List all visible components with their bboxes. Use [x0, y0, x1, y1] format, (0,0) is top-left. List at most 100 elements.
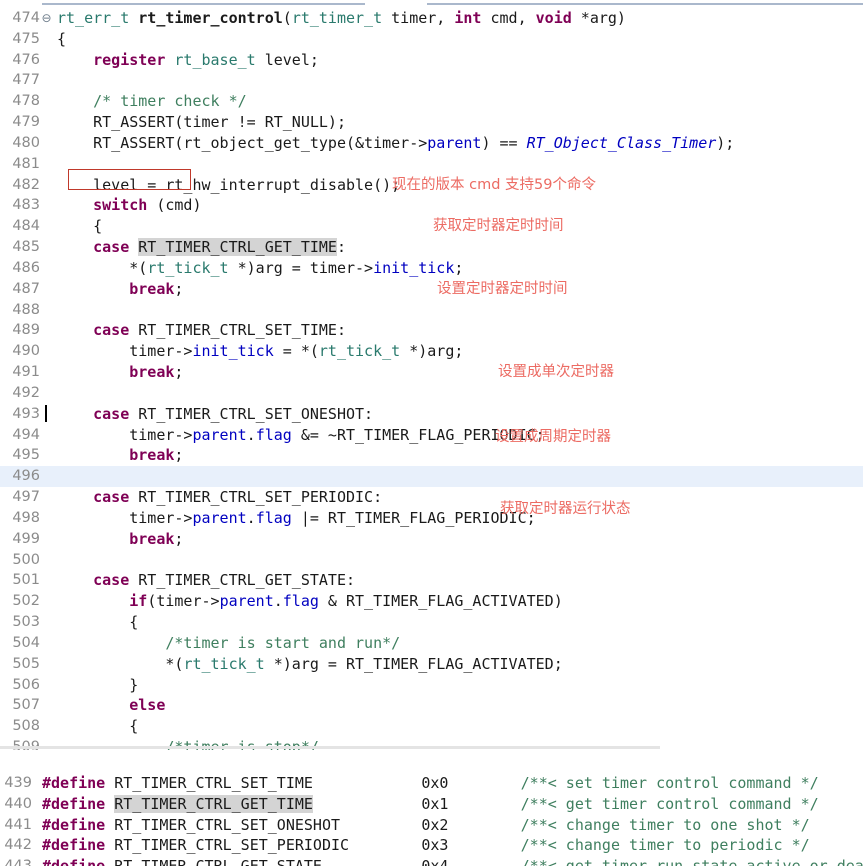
- line-number: 502: [0, 591, 40, 612]
- code-line[interactable]: 440#define RT_TIMER_CTRL_GET_TIME 0x1 /*…: [0, 794, 863, 815]
- code-line[interactable]: 504 /*timer is start and run*/: [0, 633, 863, 654]
- code-line[interactable]: 485 case RT_TIMER_CTRL_GET_TIME:: [0, 237, 863, 258]
- code-line[interactable]: 478 /* timer check */: [0, 91, 863, 112]
- code-token: (cmd): [147, 196, 201, 214]
- code-token: (timer->: [147, 592, 219, 610]
- code-text: #define RT_TIMER_CTRL_GET_STATE 0x4 /**<…: [32, 856, 863, 866]
- code-token: *(: [57, 655, 183, 673]
- code-line[interactable]: 475{: [0, 29, 863, 50]
- code-token: 0x4: [421, 857, 448, 866]
- code-line[interactable]: 474⊖rt_err_t rt_timer_control(rt_timer_t…: [0, 8, 863, 29]
- code-line[interactable]: 481: [0, 154, 863, 175]
- code-line[interactable]: 486 *(rt_tick_t *)arg = timer->init_tick…: [0, 258, 863, 279]
- line-number: 501: [0, 570, 40, 591]
- code-token: case: [93, 405, 129, 423]
- code-line[interactable]: 492: [0, 383, 863, 404]
- code-line[interactable]: 490 timer->init_tick = *(rt_tick_t *)arg…: [0, 341, 863, 362]
- code-token: case: [93, 238, 129, 256]
- line-number: 495: [0, 445, 40, 466]
- code-token: *arg): [572, 9, 626, 27]
- code-token: RT_TIMER_CTRL_SET_ONESHOT: [105, 816, 340, 834]
- code-token: {: [57, 217, 102, 235]
- code-line[interactable]: 503 {: [0, 612, 863, 633]
- code-token: /**< change timer to one shot */: [521, 816, 810, 834]
- code-token: *)arg = RT_TIMER_FLAG_ACTIVATED;: [265, 655, 563, 673]
- code-line[interactable]: 495 break;: [0, 445, 863, 466]
- line-number: 475: [0, 29, 40, 50]
- code-line[interactable]: 500: [0, 550, 863, 571]
- code-line[interactable]: 499 break;: [0, 529, 863, 550]
- code-line[interactable]: 477: [0, 70, 863, 91]
- code-line[interactable]: 441#define RT_TIMER_CTRL_SET_ONESHOT 0x2…: [0, 815, 863, 836]
- code-token: ) ==: [481, 134, 526, 152]
- code-text: *(rt_tick_t *)arg = timer->init_tick;: [53, 258, 463, 279]
- code-token: init_tick: [373, 259, 454, 277]
- code-text: case RT_TIMER_CTRL_GET_STATE:: [53, 570, 355, 591]
- code-text: {: [53, 716, 138, 737]
- code-token: level;: [256, 51, 319, 69]
- code-token: #define: [42, 816, 105, 834]
- code-token: #define: [42, 774, 105, 792]
- code-token: [313, 795, 421, 813]
- code-line[interactable]: 496: [0, 466, 863, 487]
- code-line[interactable]: 493 case RT_TIMER_CTRL_SET_ONESHOT:: [0, 404, 863, 425]
- code-line[interactable]: 483 switch (cmd): [0, 195, 863, 216]
- code-line[interactable]: 505 *(rt_tick_t *)arg = RT_TIMER_FLAG_AC…: [0, 654, 863, 675]
- code-token: rt_err_t: [57, 9, 138, 27]
- code-editor-main-panel[interactable]: 474⊖rt_err_t rt_timer_control(rt_timer_t…: [0, 0, 863, 750]
- code-line[interactable]: 480 RT_ASSERT(rt_object_get_type(&timer-…: [0, 133, 863, 154]
- code-line[interactable]: 442#define RT_TIMER_CTRL_SET_PERIODIC 0x…: [0, 835, 863, 856]
- code-line[interactable]: 489 case RT_TIMER_CTRL_SET_TIME:: [0, 320, 863, 341]
- code-editor-header-panel[interactable]: 439#define RT_TIMER_CTRL_SET_TIME 0x0 /*…: [0, 765, 863, 866]
- code-token: (: [283, 9, 292, 27]
- code-token: [349, 836, 421, 854]
- code-line[interactable]: 502 if(timer->parent.flag & RT_TIMER_FLA…: [0, 591, 863, 612]
- code-token: rt_timer_control: [138, 9, 283, 27]
- line-number: 497: [0, 487, 40, 508]
- line-number: 483: [0, 195, 40, 216]
- text-caret: [45, 405, 47, 422]
- code-line[interactable]: 491 break;: [0, 362, 863, 383]
- code-token: & RT_TIMER_FLAG_ACTIVATED): [319, 592, 563, 610]
- code-token: rt_base_t: [174, 51, 255, 69]
- line-number: 496: [0, 466, 40, 487]
- code-line[interactable]: 497 case RT_TIMER_CTRL_SET_PERIODIC:: [0, 487, 863, 508]
- line-number: 481: [0, 154, 40, 175]
- code-line[interactable]: 488: [0, 300, 863, 321]
- code-line[interactable]: 508 {: [0, 716, 863, 737]
- code-token: case: [93, 488, 129, 506]
- code-line[interactable]: 443#define RT_TIMER_CTRL_GET_STATE 0x4 /…: [0, 856, 863, 866]
- code-text: #define RT_TIMER_CTRL_SET_PERIODIC 0x3 /…: [32, 835, 810, 856]
- code-token: #define: [42, 836, 105, 854]
- line-number: 486: [0, 258, 40, 279]
- code-line[interactable]: 507 else: [0, 695, 863, 716]
- line-number: 478: [0, 91, 40, 112]
- code-fold-collapse-icon[interactable]: ⊖: [40, 8, 53, 29]
- code-line[interactable]: 439#define RT_TIMER_CTRL_SET_TIME 0x0 /*…: [0, 773, 863, 794]
- code-token: /* timer check */: [93, 92, 247, 110]
- code-token: break: [129, 363, 174, 381]
- code-token: /**< get timer run state active or: [521, 857, 837, 866]
- header-line-container: 439#define RT_TIMER_CTRL_SET_TIME 0x0 /*…: [0, 765, 863, 866]
- code-token: ;: [174, 530, 183, 548]
- code-line[interactable]: 476 register rt_base_t level;: [0, 50, 863, 71]
- code-line[interactable]: 487 break;: [0, 279, 863, 300]
- code-token: [57, 592, 129, 610]
- line-number: 489: [0, 320, 40, 341]
- code-line[interactable]: 494 timer->parent.flag &= ~RT_TIMER_FLAG…: [0, 425, 863, 446]
- code-text: }: [53, 675, 138, 696]
- code-text: else: [53, 695, 165, 716]
- code-line[interactable]: 501 case RT_TIMER_CTRL_GET_STATE:: [0, 570, 863, 591]
- code-line[interactable]: 479 RT_ASSERT(timer != RT_NULL);: [0, 112, 863, 133]
- code-text: timer->init_tick = *(rt_tick_t *)arg;: [53, 341, 463, 362]
- code-text: {: [53, 612, 138, 633]
- code-text: rt_err_t rt_timer_control(rt_timer_t tim…: [53, 8, 626, 29]
- code-line[interactable]: 506 }: [0, 675, 863, 696]
- code-line[interactable]: 498 timer->parent.flag |= RT_TIMER_FLAG_…: [0, 508, 863, 529]
- annot-get-time: 获取定时器定时时间: [433, 214, 564, 235]
- code-token: {: [57, 717, 138, 735]
- code-token: [448, 795, 520, 813]
- code-line[interactable]: 484 {: [0, 216, 863, 237]
- code-token: RT_TIMER_CTRL_SET_TIME: [105, 774, 313, 792]
- code-token: RT_TIMER_CTRL_SET_ONESHOT:: [129, 405, 373, 423]
